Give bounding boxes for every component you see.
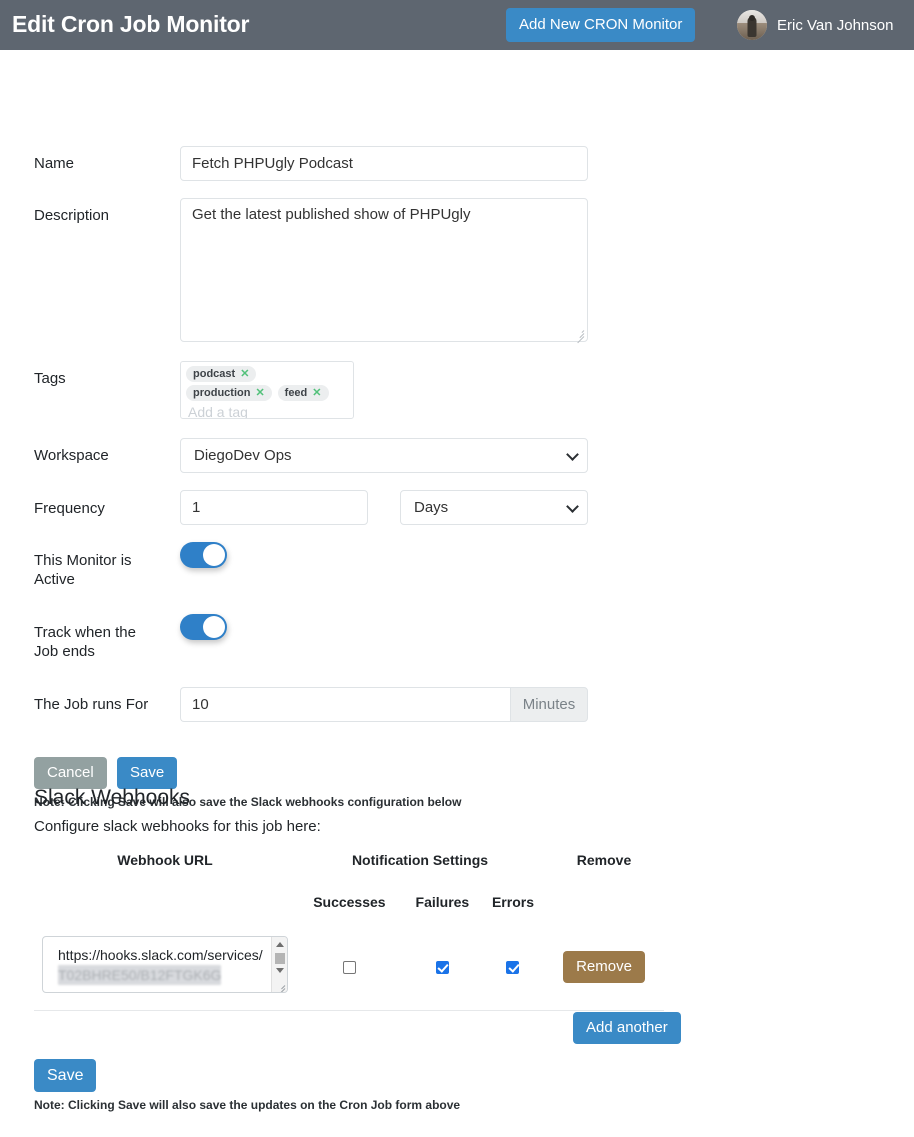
- workspace-label: Workspace: [34, 447, 109, 464]
- tag-chip[interactable]: feed ✕: [277, 385, 329, 401]
- tag-label: feed: [284, 387, 308, 399]
- cancel-button[interactable]: Cancel: [34, 757, 107, 789]
- table-row: https://hooks.slack.com/services/T02BHRE…: [34, 925, 664, 1011]
- tag-chip[interactable]: production ✕: [186, 385, 272, 401]
- track-job-end-toggle[interactable]: [180, 614, 227, 640]
- scrollbar-thumb[interactable]: [275, 953, 285, 965]
- scroll-down-icon[interactable]: [276, 968, 284, 974]
- job-runs-for-label: The Job runs For: [34, 696, 149, 713]
- tag-input-placeholder[interactable]: Add a tag: [186, 404, 348, 418]
- description-label: Description: [34, 207, 110, 224]
- table-header-row-main: Webhook URL Notification Settings Remove: [34, 841, 664, 879]
- job-runs-for-input[interactable]: [180, 687, 510, 722]
- errors-cell: [481, 925, 544, 1011]
- errors-checkbox[interactable]: [506, 960, 520, 974]
- name-input[interactable]: [180, 146, 588, 181]
- column-header-spacer: [544, 879, 664, 925]
- top-header-bar: Edit Cron Job Monitor Add New CRON Monit…: [0, 0, 914, 50]
- save-button-bottom[interactable]: Save: [34, 1059, 97, 1092]
- user-menu[interactable]: Eric Van Johnson: [737, 10, 893, 40]
- column-header-spacer: [34, 879, 296, 925]
- failures-checkbox[interactable]: [435, 960, 449, 974]
- tags-label: Tags: [34, 370, 66, 387]
- table-header-row-sub: Successes Failures Errors: [34, 879, 664, 925]
- scroll-up-icon[interactable]: [276, 942, 284, 948]
- column-header-successes: Successes: [313, 894, 386, 910]
- job-runs-for-unit-addon: Minutes: [510, 687, 588, 722]
- webhooks-section-title: Slack Webhooks: [34, 786, 191, 809]
- page-title: Edit Cron Job Monitor: [12, 11, 250, 37]
- tag-label: podcast: [193, 368, 236, 380]
- description-input[interactable]: Get the latest published show of PHPUgly: [180, 198, 588, 342]
- failures-cell: [402, 925, 482, 1011]
- tag-remove-icon[interactable]: ✕: [255, 387, 264, 399]
- successes-checkbox[interactable]: [342, 960, 356, 974]
- save-button-top[interactable]: Save: [117, 757, 178, 789]
- frequency-label: Frequency: [34, 500, 105, 517]
- name-label: Name: [34, 155, 75, 172]
- frequency-unit-select[interactable]: Days: [400, 490, 588, 525]
- remove-cell: Remove: [544, 925, 664, 1011]
- monitor-active-label: This Monitor is Active: [34, 552, 132, 588]
- webhooks-save-note: Note: Clicking Save will also save the u…: [34, 1098, 461, 1112]
- tag-remove-icon[interactable]: ✕: [240, 368, 249, 380]
- column-header-notification-settings: Notification Settings: [351, 852, 489, 868]
- avatar: [737, 10, 767, 40]
- column-header-remove: Remove: [576, 852, 632, 868]
- webhooks-table: Webhook URL Notification Settings Remove…: [34, 841, 664, 1011]
- webhook-url-redacted: T02BHRE50/B12FTGK6G: [58, 965, 222, 986]
- user-name-label: Eric Van Johnson: [777, 16, 894, 34]
- remove-webhook-button[interactable]: Remove: [563, 951, 645, 984]
- add-another-webhook-button[interactable]: Add another: [573, 1012, 681, 1044]
- webhooks-section-subtitle: Configure slack webhooks for this job he…: [34, 818, 321, 835]
- monitor-active-toggle[interactable]: [180, 542, 227, 568]
- track-job-end-label: Track when the Job ends: [34, 624, 136, 660]
- webhook-url-cell: https://hooks.slack.com/services/T02BHRE…: [34, 925, 296, 1011]
- textarea-resize-handle[interactable]: [275, 980, 286, 993]
- webhook-url-textarea[interactable]: https://hooks.slack.com/services/T02BHRE…: [42, 936, 288, 994]
- tag-remove-icon[interactable]: ✕: [312, 387, 321, 399]
- toggle-knob: [203, 616, 225, 638]
- column-header-failures: Failures: [415, 894, 470, 910]
- tag-chip[interactable]: podcast ✕: [186, 366, 257, 382]
- successes-cell: [296, 925, 403, 1011]
- job-runs-for-group: Minutes: [180, 687, 588, 722]
- column-header-errors: Errors: [491, 894, 534, 910]
- webhook-url-visible: https://hooks.slack.com/services/: [58, 947, 263, 964]
- column-header-webhook-url: Webhook URL: [117, 852, 213, 868]
- workspace-select[interactable]: DiegoDev Ops: [180, 438, 588, 473]
- tags-input-container[interactable]: podcast ✕ production ✕ feed ✕ Add a tag: [180, 361, 354, 419]
- webhook-url-text: https://hooks.slack.com/services/T02BHRE…: [58, 945, 263, 986]
- toggle-knob: [203, 544, 225, 566]
- add-new-cron-monitor-button[interactable]: Add New CRON Monitor: [506, 8, 696, 42]
- tag-label: production: [193, 387, 251, 399]
- frequency-input[interactable]: [180, 490, 368, 525]
- tag-list: podcast ✕ production ✕ feed ✕: [186, 366, 348, 401]
